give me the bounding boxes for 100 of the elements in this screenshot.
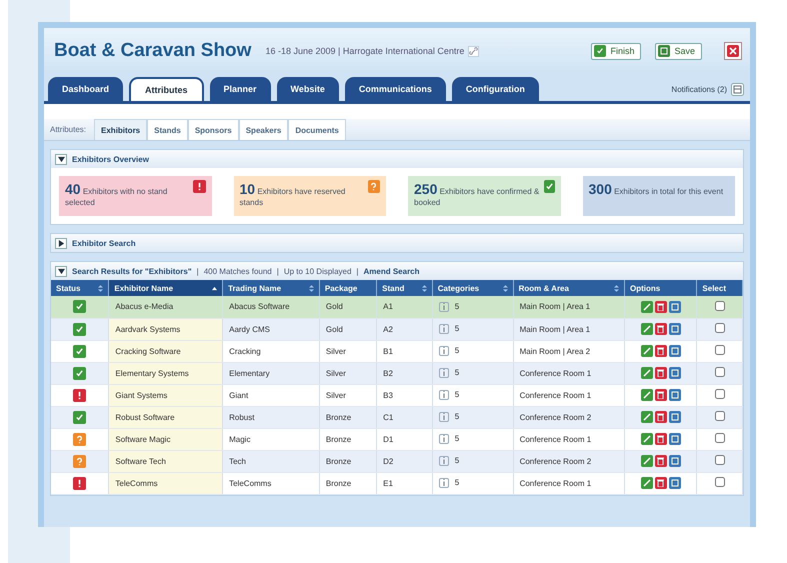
trash-icon[interactable] xyxy=(657,457,664,465)
nav-tab[interactable]: Communications xyxy=(344,77,446,101)
expand-toggle[interactable] xyxy=(55,238,67,248)
check-icon xyxy=(594,45,606,57)
close-button[interactable] xyxy=(724,42,742,60)
finish-button[interactable]: Finish xyxy=(591,42,642,60)
column-header[interactable]: Stand xyxy=(376,280,432,296)
delete-button[interactable] xyxy=(654,411,667,423)
trash-icon[interactable] xyxy=(657,479,664,487)
table-cell: Gold xyxy=(319,318,377,340)
collapse-icon[interactable] xyxy=(58,156,64,162)
notifications-link[interactable]: Notifications (2) xyxy=(671,85,727,94)
column-header[interactable]: Categories xyxy=(432,280,514,296)
table-cell[interactable]: Robust Software xyxy=(108,406,223,428)
nav-tab[interactable]: Dashboard xyxy=(48,77,124,101)
row-checkbox[interactable] xyxy=(714,345,725,355)
sort-icon[interactable] xyxy=(422,284,427,292)
delete-button[interactable] xyxy=(654,323,667,335)
info-icon[interactable] xyxy=(438,478,449,488)
table-cell[interactable]: Software Magic xyxy=(108,428,223,450)
categories-count: 5 xyxy=(454,390,460,400)
nav-tab[interactable]: Attributes xyxy=(129,77,204,101)
info-icon[interactable] xyxy=(438,302,449,312)
trash-icon[interactable] xyxy=(657,302,664,311)
link-icon[interactable] xyxy=(468,46,480,56)
table-cell: Conference Room 2 xyxy=(513,406,624,428)
summary-text: 300 Exhibitors in total for this event xyxy=(588,180,724,199)
row-checkbox[interactable] xyxy=(714,455,725,465)
row-checkbox[interactable] xyxy=(714,389,725,399)
table-cell: Silver xyxy=(319,384,377,406)
delete-button[interactable] xyxy=(654,389,667,401)
table-cell[interactable]: Cracking Software xyxy=(108,340,223,362)
amend-search-link[interactable]: Amend Search xyxy=(364,266,420,276)
close-icon[interactable] xyxy=(727,45,739,57)
row-checkbox[interactable] xyxy=(714,411,725,421)
trash-icon[interactable] xyxy=(657,325,664,333)
column-header[interactable]: Options xyxy=(624,280,697,296)
delete-button[interactable] xyxy=(654,433,667,445)
column-header[interactable]: Status xyxy=(51,280,109,296)
info-icon[interactable] xyxy=(438,390,449,400)
table-cell: Silver xyxy=(319,362,377,384)
table-cell: D1 xyxy=(376,428,432,450)
sub-tab[interactable]: Documents xyxy=(288,119,346,140)
table-cell: Giant xyxy=(222,384,320,406)
sort-icon[interactable] xyxy=(614,284,619,292)
collapse-icon[interactable] xyxy=(58,268,64,274)
categories-count: 5 xyxy=(454,368,460,378)
trash-icon[interactable] xyxy=(657,413,664,421)
sort-up-icon[interactable] xyxy=(212,284,218,292)
table-cell[interactable]: Giant Systems xyxy=(108,384,223,406)
column-header[interactable]: Select xyxy=(696,280,742,296)
info-icon[interactable] xyxy=(438,434,449,444)
nav-tab[interactable]: Website xyxy=(276,77,339,101)
expand-icon[interactable] xyxy=(58,240,64,246)
sub-tab[interactable]: Exhibitors xyxy=(94,119,148,140)
table-cell[interactable]: Elementary Systems xyxy=(108,362,223,384)
sub-tab[interactable]: Stands xyxy=(147,119,188,140)
trash-icon[interactable] xyxy=(657,347,664,355)
nav-tab[interactable]: Planner xyxy=(210,77,271,101)
info-icon[interactable] xyxy=(438,346,449,356)
categories-count: 5 xyxy=(454,478,460,488)
table-cell: D2 xyxy=(376,450,432,472)
row-checkbox[interactable] xyxy=(714,367,725,377)
sort-icon[interactable] xyxy=(502,284,508,292)
info-icon[interactable] xyxy=(438,456,449,466)
trash-icon[interactable] xyxy=(657,435,664,443)
info-icon[interactable] xyxy=(438,324,449,334)
table-cell: Conference Room 1 xyxy=(513,362,624,384)
row-checkbox[interactable] xyxy=(714,477,725,487)
results-info: 400 Matches found xyxy=(204,266,272,276)
table-cell[interactable]: TeleComms xyxy=(108,472,223,494)
sub-tab[interactable]: Speakers xyxy=(238,119,288,140)
column-header[interactable]: Exhibitor Name xyxy=(108,280,223,296)
collapse-toggle[interactable] xyxy=(55,266,67,276)
save-button[interactable]: Save xyxy=(655,42,702,60)
delete-button[interactable] xyxy=(654,455,667,467)
delete-button[interactable] xyxy=(654,367,667,379)
table-cell[interactable]: Software Tech xyxy=(108,450,223,472)
table-cell: Cracking xyxy=(222,340,320,362)
collapse-toggle[interactable] xyxy=(55,154,67,164)
sub-tab[interactable]: Sponsors xyxy=(188,119,239,140)
delete-button[interactable] xyxy=(654,300,667,313)
delete-button[interactable] xyxy=(654,477,667,489)
trash-icon[interactable] xyxy=(657,369,664,377)
row-checkbox[interactable] xyxy=(714,433,725,443)
table-cell: E1 xyxy=(376,472,432,494)
column-header[interactable]: Room & Area xyxy=(513,280,624,296)
info-icon[interactable] xyxy=(438,368,449,378)
row-checkbox[interactable] xyxy=(714,300,725,311)
info-icon[interactable] xyxy=(438,412,449,422)
table-cell[interactable]: Abacus e-Media xyxy=(108,296,223,318)
sort-icon[interactable] xyxy=(98,284,104,292)
table-cell[interactable]: Aardvark Systems xyxy=(108,318,223,340)
sort-icon[interactable] xyxy=(308,284,314,292)
trash-icon[interactable] xyxy=(657,391,664,399)
nav-tab[interactable]: Configuration xyxy=(452,77,539,101)
row-checkbox[interactable] xyxy=(714,323,725,333)
column-header[interactable]: Package xyxy=(319,280,377,296)
delete-button[interactable] xyxy=(654,345,667,357)
column-header[interactable]: Trading Name xyxy=(222,280,320,296)
